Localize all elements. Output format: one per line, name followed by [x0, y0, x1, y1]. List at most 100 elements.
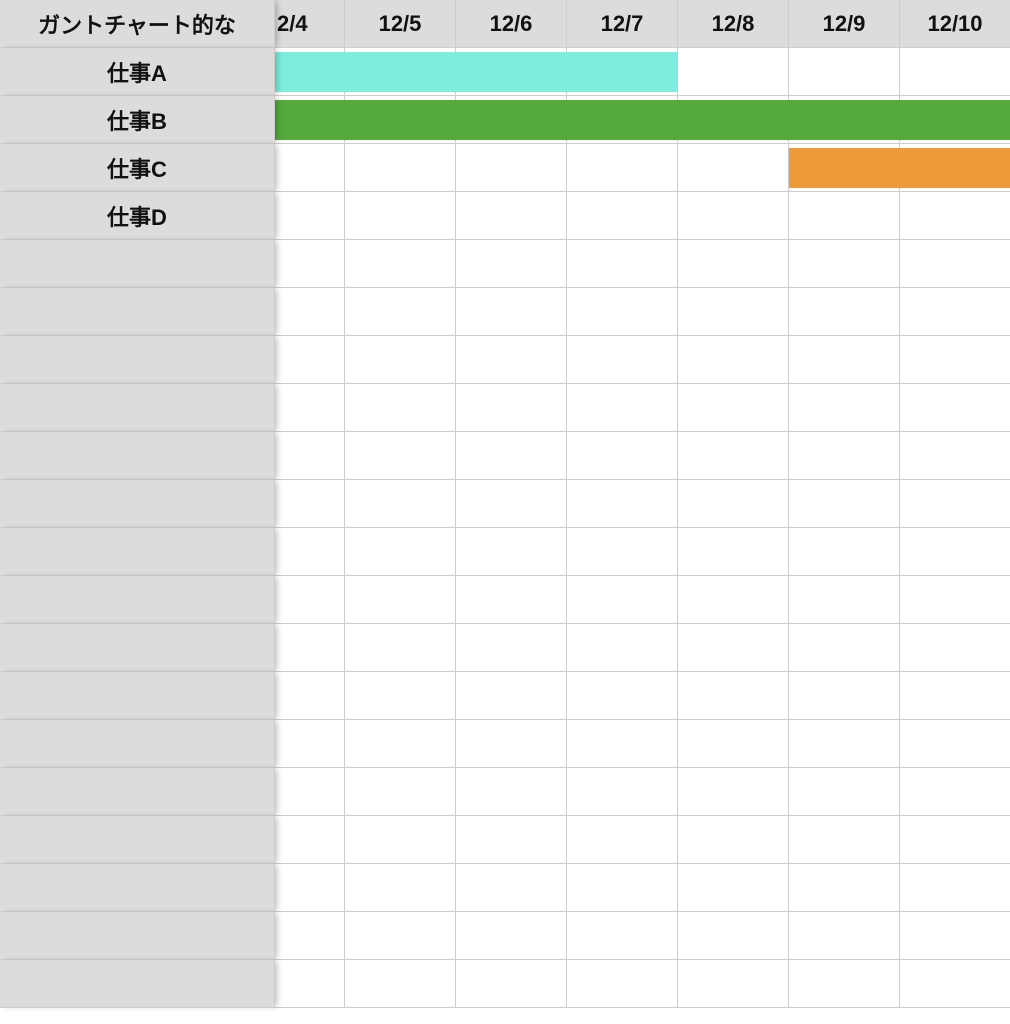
gantt-cell[interactable] [789, 864, 900, 912]
gantt-cell[interactable] [900, 960, 1010, 1008]
gantt-cell[interactable] [900, 672, 1010, 720]
gantt-cell[interactable] [567, 96, 678, 144]
gantt-cell[interactable] [900, 720, 1010, 768]
gantt-cell[interactable] [678, 720, 789, 768]
gantt-cell[interactable] [789, 912, 900, 960]
gantt-cell[interactable] [567, 672, 678, 720]
gantt-cell[interactable] [789, 192, 900, 240]
gantt-cell[interactable] [678, 384, 789, 432]
gantt-cell[interactable] [275, 576, 345, 624]
gantt-cell[interactable] [789, 240, 900, 288]
gantt-cell[interactable] [900, 192, 1010, 240]
gantt-cell[interactable] [275, 720, 345, 768]
gantt-cell[interactable] [345, 48, 456, 96]
gantt-cell[interactable] [900, 816, 1010, 864]
gantt-cell[interactable] [275, 192, 345, 240]
gantt-cell[interactable] [789, 672, 900, 720]
gantt-cell[interactable] [789, 432, 900, 480]
gantt-cell[interactable] [345, 720, 456, 768]
gantt-cell[interactable] [567, 240, 678, 288]
gantt-cell[interactable] [789, 48, 900, 96]
gantt-cell[interactable] [275, 336, 345, 384]
gantt-cell[interactable] [456, 672, 567, 720]
gantt-cell[interactable] [789, 384, 900, 432]
gantt-cell[interactable] [678, 864, 789, 912]
gantt-cell[interactable] [900, 288, 1010, 336]
gantt-cell[interactable] [275, 240, 345, 288]
gantt-cell[interactable] [789, 624, 900, 672]
gantt-cell[interactable] [567, 720, 678, 768]
gantt-cell[interactable] [456, 144, 567, 192]
gantt-cell[interactable] [345, 576, 456, 624]
gantt-cell[interactable] [345, 672, 456, 720]
gantt-cell[interactable] [789, 144, 900, 192]
gantt-cell[interactable] [345, 240, 456, 288]
gantt-cell[interactable] [567, 336, 678, 384]
gantt-cell[interactable] [567, 624, 678, 672]
gantt-cell[interactable] [345, 480, 456, 528]
gantt-cell[interactable] [275, 816, 345, 864]
gantt-cell[interactable] [678, 288, 789, 336]
gantt-cell[interactable] [900, 624, 1010, 672]
gantt-cell[interactable] [456, 768, 567, 816]
gantt-cell[interactable] [275, 624, 345, 672]
gantt-cell[interactable] [900, 336, 1010, 384]
gantt-cell[interactable] [567, 816, 678, 864]
gantt-cell[interactable] [567, 864, 678, 912]
gantt-cell[interactable] [678, 48, 789, 96]
gantt-cell[interactable] [678, 960, 789, 1008]
gantt-cell[interactable] [456, 816, 567, 864]
gantt-cell[interactable] [900, 384, 1010, 432]
gantt-cell[interactable] [678, 768, 789, 816]
gantt-cell[interactable] [678, 192, 789, 240]
gantt-cell[interactable] [789, 720, 900, 768]
gantt-cell[interactable] [567, 960, 678, 1008]
gantt-cell[interactable] [345, 528, 456, 576]
gantt-cell[interactable] [456, 576, 567, 624]
gantt-cell[interactable] [678, 240, 789, 288]
gantt-cell[interactable] [567, 384, 678, 432]
gantt-cell[interactable] [678, 96, 789, 144]
gantt-cell[interactable] [678, 336, 789, 384]
gantt-cell[interactable] [789, 816, 900, 864]
gantt-cell[interactable] [275, 48, 345, 96]
gantt-cell[interactable] [900, 48, 1010, 96]
gantt-cell[interactable] [275, 384, 345, 432]
gantt-cell[interactable] [789, 336, 900, 384]
gantt-cell[interactable] [900, 432, 1010, 480]
gantt-cell[interactable] [456, 48, 567, 96]
gantt-cell[interactable] [900, 768, 1010, 816]
gantt-cell[interactable] [789, 528, 900, 576]
gantt-cell[interactable] [789, 480, 900, 528]
gantt-cell[interactable] [345, 432, 456, 480]
gantt-cell[interactable] [900, 480, 1010, 528]
gantt-cell[interactable] [456, 912, 567, 960]
gantt-cell[interactable] [275, 768, 345, 816]
gantt-cell[interactable] [456, 96, 567, 144]
gantt-cell[interactable] [456, 336, 567, 384]
gantt-cell[interactable] [789, 960, 900, 1008]
gantt-cell[interactable] [345, 288, 456, 336]
gantt-cell[interactable] [456, 864, 567, 912]
gantt-cell[interactable] [567, 480, 678, 528]
gantt-cell[interactable] [678, 144, 789, 192]
gantt-cell[interactable] [275, 288, 345, 336]
gantt-cell[interactable] [456, 480, 567, 528]
gantt-cell[interactable] [275, 528, 345, 576]
gantt-cell[interactable] [900, 96, 1010, 144]
gantt-cell[interactable] [275, 960, 345, 1008]
gantt-cell[interactable] [678, 432, 789, 480]
gantt-cell[interactable] [345, 624, 456, 672]
gantt-cell[interactable] [567, 48, 678, 96]
gantt-cell[interactable] [456, 432, 567, 480]
gantt-cell[interactable] [345, 816, 456, 864]
gantt-cell[interactable] [456, 960, 567, 1008]
gantt-cell[interactable] [678, 816, 789, 864]
gantt-cell[interactable] [345, 864, 456, 912]
gantt-cell[interactable] [456, 528, 567, 576]
gantt-cell[interactable] [275, 432, 345, 480]
gantt-cell[interactable] [567, 528, 678, 576]
gantt-cell[interactable] [900, 144, 1010, 192]
gantt-cell[interactable] [678, 624, 789, 672]
gantt-cell[interactable] [456, 720, 567, 768]
